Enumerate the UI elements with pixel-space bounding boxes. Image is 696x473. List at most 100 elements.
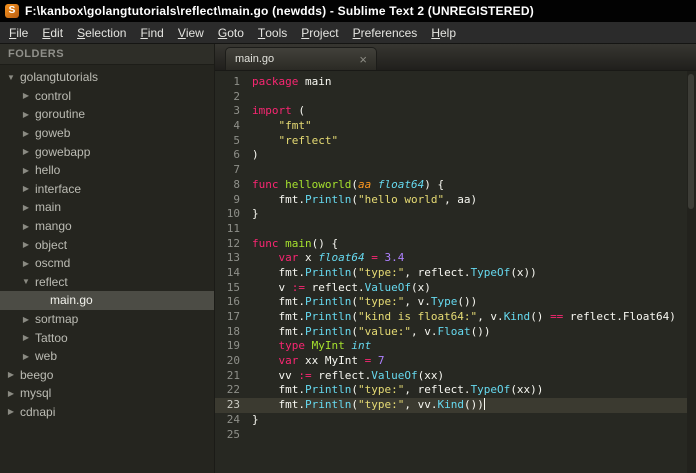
tab-close-icon[interactable]: × bbox=[359, 53, 367, 66]
code-line-text: v := reflect.ValueOf(x) bbox=[252, 280, 431, 294]
line-number: 17 bbox=[226, 310, 240, 323]
triangle-expanded-icon[interactable]: ▼ bbox=[19, 277, 33, 286]
tree-item-label: goweb bbox=[35, 126, 71, 141]
code-line-18: 18 fmt.Println("value:", v.Float()) bbox=[215, 325, 696, 340]
tree-item-label: object bbox=[35, 237, 68, 252]
folder-interface[interactable]: ▶ interface bbox=[0, 180, 214, 199]
titlebar[interactable]: S F:\kanbox\golangtutorials\reflect\main… bbox=[0, 0, 696, 22]
menu-view[interactable]: View bbox=[171, 22, 211, 43]
code-line-text: func main() { bbox=[252, 236, 339, 250]
text-caret bbox=[483, 398, 485, 411]
triangle-collapsed-icon[interactable]: ▶ bbox=[4, 370, 18, 379]
code-line-text: var xx MyInt = 7 bbox=[278, 354, 385, 368]
folder-hello[interactable]: ▶ hello bbox=[0, 161, 214, 180]
code-line-16: 16 fmt.Println("type:", v.Type()) bbox=[215, 295, 696, 310]
tree-item-label: interface bbox=[35, 181, 82, 196]
folder-beego[interactable]: ▶ beego bbox=[0, 366, 214, 385]
menubar: File Edit Selection Find View Goto Tools Projec… bbox=[0, 22, 696, 44]
code-line-15: 15 v := reflect.ValueOf(x) bbox=[215, 281, 696, 296]
folder-goroutine[interactable]: ▶ goroutine bbox=[0, 105, 214, 124]
triangle-collapsed-icon[interactable]: ▶ bbox=[19, 147, 33, 156]
code-line-text: import ( bbox=[252, 104, 305, 118]
file-main-go[interactable]: main.go bbox=[0, 291, 214, 310]
triangle-collapsed-icon[interactable]: ▶ bbox=[19, 352, 33, 361]
folder-web[interactable]: ▶ web bbox=[0, 347, 214, 366]
line-number: 6 bbox=[233, 148, 240, 162]
menu-selection[interactable]: Selection bbox=[70, 22, 133, 43]
folder-reflect[interactable]: ▼ reflect bbox=[0, 273, 214, 292]
line-number: 3 bbox=[233, 104, 240, 118]
triangle-collapsed-icon[interactable]: ▶ bbox=[19, 259, 33, 268]
menu-tools[interactable]: Tools bbox=[251, 22, 294, 43]
triangle-collapsed-icon[interactable]: ▶ bbox=[19, 222, 33, 231]
folder-oscmd[interactable]: ▶ oscmd bbox=[0, 254, 214, 273]
code-line-4: 4 "fmt" bbox=[215, 119, 696, 134]
folder-sortmap[interactable]: ▶ sortmap bbox=[0, 310, 214, 329]
triangle-expanded-icon[interactable]: ▼ bbox=[4, 73, 18, 82]
tree-item-label: control bbox=[35, 88, 72, 103]
line-number: 16 bbox=[226, 295, 240, 309]
code-line-19: 19 type MyInt int bbox=[215, 339, 696, 354]
tree-item-label: golangtutorials bbox=[20, 70, 99, 85]
triangle-collapsed-icon[interactable]: ▶ bbox=[19, 315, 33, 324]
menu-goto[interactable]: Goto bbox=[211, 22, 251, 43]
vertical-scrollbar[interactable] bbox=[687, 71, 696, 473]
code-line-text: } bbox=[252, 207, 259, 221]
code-line-14: 14 fmt.Println("type:", reflect.TypeOf(x… bbox=[215, 266, 696, 281]
code-editor[interactable]: 1 package main 2 3 import (4 "fmt" 5 "reflect… bbox=[215, 71, 696, 473]
tree-item-label: main bbox=[35, 200, 62, 215]
tab-main-go[interactable]: main.go × bbox=[225, 47, 377, 70]
triangle-collapsed-icon[interactable]: ▶ bbox=[19, 240, 33, 249]
line-number: 4 bbox=[233, 119, 240, 133]
code-line-23: 23 fmt.Println("type:", vv.Kind()) bbox=[215, 398, 696, 413]
triangle-collapsed-icon[interactable]: ▶ bbox=[19, 91, 33, 100]
folder-mysql[interactable]: ▶ mysql bbox=[0, 384, 214, 403]
code-line-text: fmt.Println("type:", reflect.TypeOf(x)) bbox=[252, 265, 537, 279]
code-line-13: 13 var x float64 = 3.4 bbox=[215, 251, 696, 266]
menu-preferences[interactable]: Preferences bbox=[346, 22, 425, 43]
folder-main[interactable]: ▶ main bbox=[0, 198, 214, 217]
code-line-7: 7 bbox=[215, 163, 696, 178]
editor-pane: main.go × 1 package main 2 3 import (4 "fmt"… bbox=[215, 44, 696, 473]
folder-mango[interactable]: ▶ mango bbox=[0, 217, 214, 236]
line-number: 22 bbox=[226, 383, 240, 397]
menu-project[interactable]: Project bbox=[294, 22, 345, 43]
triangle-collapsed-icon[interactable]: ▶ bbox=[19, 166, 33, 175]
line-number: 12 bbox=[226, 236, 240, 250]
triangle-collapsed-icon[interactable]: ▶ bbox=[4, 407, 18, 416]
folder-cdnapi[interactable]: ▶ cdnapi bbox=[0, 403, 214, 422]
tree-item-label: main.go bbox=[50, 293, 93, 308]
line-number: 19 bbox=[226, 339, 240, 353]
code-line-8: 8 func helloworld(aa float64) { bbox=[215, 178, 696, 193]
triangle-collapsed-icon[interactable]: ▶ bbox=[19, 110, 33, 119]
tree-item-label: gowebapp bbox=[35, 144, 91, 159]
menu-find[interactable]: Find bbox=[133, 22, 170, 43]
code-line-9: 9 fmt.Println("hello world", aa) bbox=[215, 193, 696, 208]
code-line-text: package main bbox=[252, 75, 332, 88]
folders-header: FOLDERS bbox=[0, 44, 214, 65]
menu-file[interactable]: File bbox=[2, 22, 35, 43]
folder-object[interactable]: ▶ object bbox=[0, 235, 214, 254]
line-number: 5 bbox=[233, 133, 240, 147]
scrollbar-thumb[interactable] bbox=[688, 74, 694, 209]
folder-golangtutorials[interactable]: ▼ golangtutorials bbox=[0, 68, 214, 87]
folder-control[interactable]: ▶ control bbox=[0, 87, 214, 106]
code-line-text: vv := reflect.ValueOf(xx) bbox=[252, 368, 445, 382]
triangle-collapsed-icon[interactable]: ▶ bbox=[19, 333, 33, 342]
code-line-text: fmt.Println("hello world", aa) bbox=[252, 192, 478, 206]
folder-tattoo[interactable]: ▶ Tattoo bbox=[0, 328, 214, 347]
triangle-collapsed-icon[interactable]: ▶ bbox=[19, 203, 33, 212]
folder-goweb[interactable]: ▶ goweb bbox=[0, 124, 214, 143]
menu-help[interactable]: Help bbox=[424, 22, 463, 43]
code-line-text: func helloworld(aa float64) { bbox=[252, 177, 445, 191]
triangle-collapsed-icon[interactable]: ▶ bbox=[4, 389, 18, 398]
triangle-collapsed-icon[interactable]: ▶ bbox=[19, 184, 33, 193]
folder-gowebapp[interactable]: ▶ gowebapp bbox=[0, 142, 214, 161]
line-number: 13 bbox=[226, 251, 240, 265]
code-line-3: 3 import ( bbox=[215, 104, 696, 119]
menu-edit[interactable]: Edit bbox=[35, 22, 70, 43]
tree-item-label: goroutine bbox=[35, 107, 86, 122]
tree-item-label: mango bbox=[35, 219, 72, 234]
triangle-collapsed-icon[interactable]: ▶ bbox=[19, 129, 33, 138]
code-line-text: fmt.Println("type:", v.Type()) bbox=[252, 295, 478, 309]
